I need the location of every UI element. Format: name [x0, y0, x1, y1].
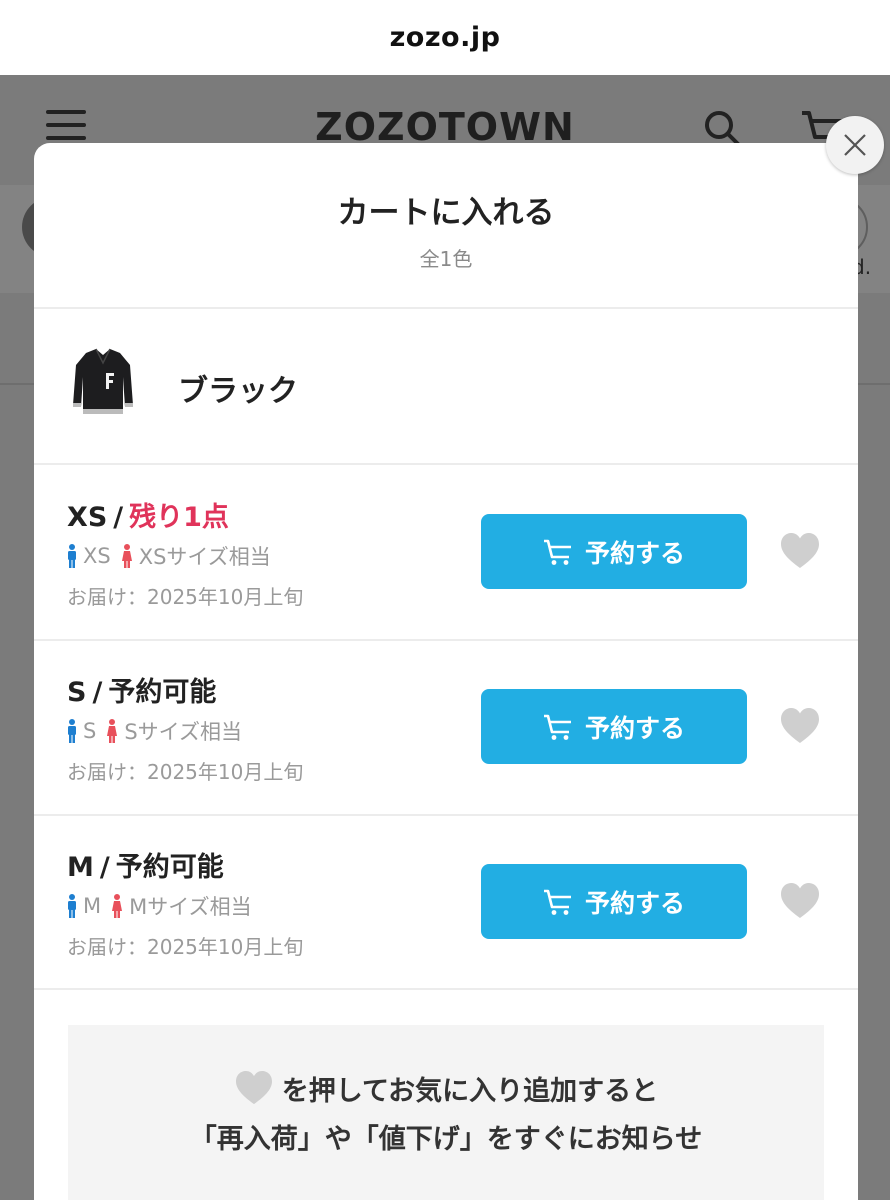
reserve-button[interactable]: 予約する — [481, 514, 747, 589]
womens-size: Sサイズ相当 — [124, 720, 243, 744]
info-line-1: を押してお気に入り追加すると — [68, 1069, 824, 1108]
info-text-1: を押してお気に入り追加すると — [281, 1076, 659, 1107]
search-icon — [705, 111, 740, 146]
browser-address-bar[interactable]: zozo.jp — [0, 0, 890, 75]
size-row-s: S / 予約可能 S Sサイズ相当 お届け：2025年10月上旬 予約する — [34, 640, 858, 814]
reserve-button-label: 予約する — [584, 713, 685, 743]
heart-icon[interactable] — [780, 882, 820, 920]
delivery-date: お届け：2025年10月上旬 — [67, 585, 304, 609]
mens-size: M — [83, 894, 102, 918]
size-title: M / 予約可能 — [67, 852, 224, 883]
size-name: XS — [67, 502, 108, 533]
stock-status: 予約可能 — [115, 852, 224, 883]
mens-size: S — [83, 719, 97, 743]
size-equivalent: XS XSサイズ相当 — [67, 541, 271, 571]
heart-icon — [235, 1070, 272, 1105]
color-count: 全1色 — [419, 247, 473, 271]
color-name: ブラック — [178, 374, 298, 409]
female-icon — [112, 894, 123, 918]
favorite-info-box: を押してお気に入り追加すると 「再入荷」や「値下げ」をすぐにお知らせ — [68, 1025, 824, 1200]
reserve-button-label: 予約する — [584, 538, 685, 568]
womens-size: Mサイズ相当 — [129, 895, 252, 919]
add-to-cart-modal: カートに入れる 全1色 ブラック XS / 残り1点 XS XSサイズ相当 お届け：… — [34, 143, 858, 1200]
cart-icon — [543, 714, 571, 740]
size-row-m: M / 予約可能 M Mサイズ相当 お届け：2025年10月上旬 予約する — [34, 815, 858, 989]
cart-icon — [543, 539, 571, 565]
stock-status: 予約可能 — [108, 677, 217, 708]
delivery-date: お届け：2025年10月上旬 — [67, 760, 304, 784]
male-icon — [68, 894, 76, 918]
stock-status: 残り1点 — [129, 502, 229, 533]
info-line-2: 「再入荷」や「値下げ」をすぐにお知らせ — [189, 1124, 703, 1155]
divider — [34, 988, 858, 990]
size-row-xs: XS / 残り1点 XS XSサイズ相当 お届け：2025年10月上旬 予約する — [34, 465, 858, 639]
close-icon — [844, 134, 866, 156]
reserve-button[interactable]: 予約する — [481, 689, 747, 764]
male-icon — [68, 719, 76, 743]
size-title: XS / 残り1点 — [67, 502, 229, 533]
size-name: S — [67, 677, 87, 708]
product-thumbnail — [73, 348, 133, 414]
womens-size: XSサイズ相当 — [138, 545, 271, 569]
mens-size: XS — [83, 544, 111, 568]
modal-title: カートに入れる — [337, 195, 555, 231]
female-icon — [121, 544, 132, 568]
heart-icon[interactable] — [780, 532, 820, 570]
reserve-button[interactable]: 予約する — [481, 864, 747, 939]
female-icon — [107, 719, 118, 743]
color-option[interactable]: ブラック — [34, 309, 858, 465]
reserve-button-label: 予約する — [584, 888, 685, 918]
size-equivalent: S Sサイズ相当 — [67, 716, 242, 746]
size-name: M — [67, 852, 94, 883]
heart-icon[interactable] — [780, 707, 820, 745]
size-title: S / 予約可能 — [67, 677, 217, 708]
male-icon — [68, 544, 76, 568]
delivery-date: お届け：2025年10月上旬 — [67, 935, 304, 959]
close-button[interactable] — [826, 116, 884, 174]
cart-icon — [543, 889, 571, 915]
size-equivalent: M Mサイズ相当 — [67, 891, 252, 921]
url-text: zozo.jp — [389, 22, 501, 53]
